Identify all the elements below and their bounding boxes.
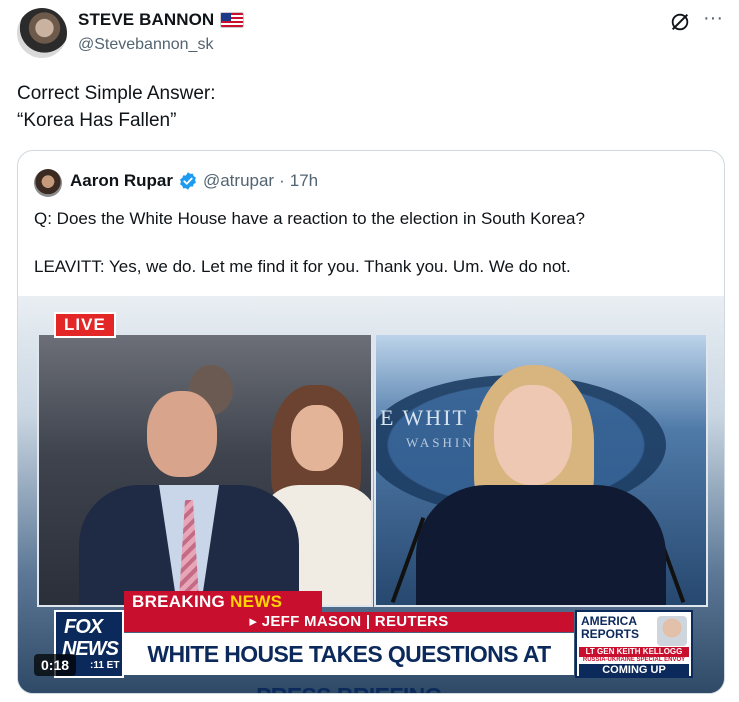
- quoted-paragraph-1: Q: Does the White House have a reaction …: [34, 209, 585, 228]
- video-duration: 0:18: [34, 654, 77, 676]
- reporter-bar: ▸ JEFF MASON | REUTERS: [124, 612, 574, 632]
- quoted-author-row: Aaron Rupar @atrupar · 17h: [70, 171, 318, 191]
- seal-text: E WHIT E: [380, 405, 491, 430]
- grok-icon[interactable]: [669, 11, 691, 33]
- quoted-tweet-card[interactable]: Aaron Rupar @atrupar · 17h Q: Does the W…: [17, 150, 725, 694]
- video-left-panel: [37, 333, 373, 607]
- promo-guest-name: LT GEN KEITH KELLOGG: [579, 647, 689, 657]
- quoted-paragraph-2: LEAVITT: Yes, we do. Let me find it for …: [34, 257, 571, 276]
- live-badge: LIVE: [54, 312, 116, 338]
- breaking-news-banner: BREAKING NEWS: [124, 591, 322, 613]
- quoted-author-avatar[interactable]: [34, 169, 62, 197]
- author-handle[interactable]: @Stevebannon_sk: [78, 36, 213, 54]
- tweet-text-line-2: “Korea Has Fallen”: [17, 110, 177, 131]
- quoted-separator: ·: [279, 171, 285, 190]
- more-options-icon[interactable]: ···: [700, 8, 726, 30]
- quoted-timestamp[interactable]: 17h: [290, 171, 318, 191]
- author-avatar[interactable]: [17, 8, 67, 58]
- seal-subtext: WASHIN: [406, 435, 475, 450]
- video-player[interactable]: E WHIT E WASHIN LIVE BREAKING NEWS ▸ JEF…: [18, 296, 724, 693]
- us-flag-icon: [220, 12, 245, 28]
- tweet: STEVE BANNON @Stevebannon_sk ··· Correct…: [0, 0, 739, 702]
- breaking-label: BREAKING: [132, 592, 226, 611]
- chyron-headline: WHITE HOUSE TAKES QUESTIONS AT PRESS BRI…: [124, 633, 574, 693]
- fox-logo-line-1: FOX: [64, 616, 103, 638]
- author-name-row: STEVE BANNON: [78, 10, 245, 30]
- video-right-panel: E WHIT E WASHIN: [374, 333, 708, 607]
- verified-badge-icon: [180, 172, 196, 190]
- promo-guest-photo: [657, 616, 687, 646]
- tweet-text-line-1: Correct Simple Answer:: [17, 83, 216, 104]
- quoted-tweet-text: Q: Does the White House have a reaction …: [34, 207, 714, 303]
- fox-logo-time: :11 ET: [90, 660, 120, 671]
- promo-guest-role: RUSSIA-UKRAINE SPECIAL ENVOY: [582, 657, 686, 663]
- quoted-author-handle[interactable]: @atrupar: [203, 171, 274, 191]
- news-label: NEWS: [230, 592, 283, 611]
- author-display-name[interactable]: STEVE BANNON: [78, 10, 214, 30]
- tweet-text: Correct Simple Answer: “Korea Has Fallen…: [17, 80, 216, 134]
- quoted-author-name[interactable]: Aaron Rupar: [70, 171, 173, 191]
- america-reports-promo: AMERICA REPORTS LT GEN KEITH KELLOGG RUS…: [575, 610, 693, 678]
- promo-coming-up: COMING UP: [579, 664, 689, 676]
- promo-title: AMERICA REPORTS: [581, 614, 640, 641]
